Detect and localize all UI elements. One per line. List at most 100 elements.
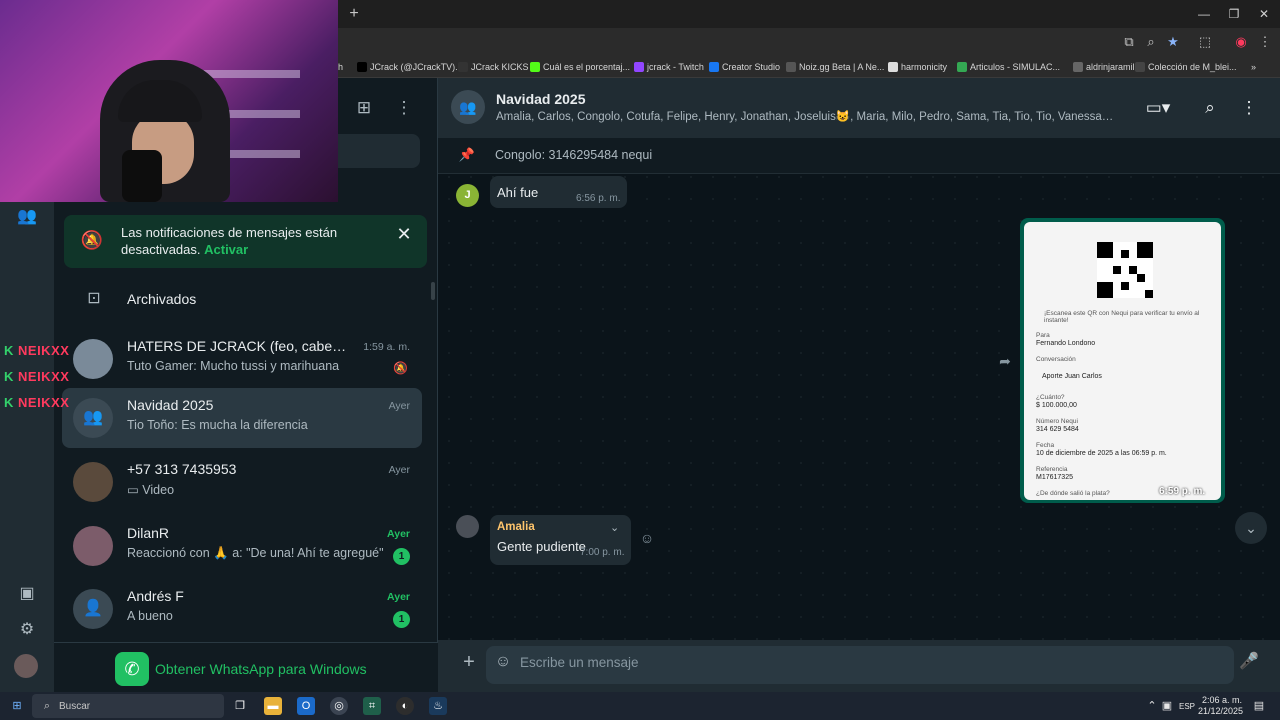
bookmark-favicon-icon — [634, 62, 644, 72]
new-tab-button[interactable]: + — [344, 4, 364, 24]
communities-icon[interactable]: 👥 — [14, 204, 40, 230]
bookmark-item[interactable]: h — [338, 59, 343, 75]
extensions-icon[interactable]: ⬚ — [1196, 33, 1214, 51]
video-call-icon[interactable]: ▭▾ — [1140, 96, 1176, 120]
windows-start-icon[interactable]: ⊞ — [8, 697, 26, 715]
sender-avatar[interactable]: J — [456, 184, 479, 207]
receipt-value: M17617325 — [1036, 474, 1073, 481]
bookmark-item[interactable]: jcrack - Twitch — [634, 59, 704, 75]
task-view-icon[interactable]: ❐ — [231, 697, 249, 715]
file-explorer-icon[interactable]: ▬ — [264, 697, 282, 715]
get-app-link[interactable]: Obtener WhatsApp para Windows — [155, 661, 367, 677]
message-time: 6:56 p. m. — [576, 193, 621, 204]
chat-time: Ayer — [388, 400, 410, 412]
search-icon[interactable]: ⌕ — [1198, 96, 1222, 120]
new-chat-icon[interactable]: ⊞ — [352, 96, 376, 120]
receipt-label: Referencia — [1036, 466, 1068, 473]
bookmark-item[interactable]: JCrack (@JCrackTV)... — [357, 59, 463, 75]
whatsapp-icon[interactable]: ✆ — [115, 652, 149, 686]
receipt-label: Número Nequi — [1036, 418, 1078, 425]
bookmark-label: Noiz.gg Beta | A Ne... — [799, 62, 885, 72]
bookmark-item[interactable]: Articulos - SIMULAC... — [957, 59, 1060, 75]
bookmark-label: JCrack (@JCrackTV)... — [370, 62, 463, 72]
chat-time: Ayer — [388, 464, 410, 476]
restore-icon[interactable]: ❐ — [1219, 3, 1249, 25]
bell-off-icon: 🔕 — [80, 230, 104, 250]
language-indicator[interactable]: ESP — [1179, 702, 1195, 711]
sidebar-scrollbar[interactable] — [431, 282, 435, 300]
sender-name[interactable]: Amalia — [497, 521, 535, 533]
zoom-icon[interactable]: ⌕ — [1142, 33, 1160, 51]
activate-link[interactable]: Activar — [204, 242, 248, 257]
message-input[interactable] — [520, 650, 1220, 674]
clock-date: 21/12/2025 — [1198, 706, 1244, 716]
sidebar-menu-icon[interactable]: ⋮ — [392, 96, 416, 120]
minimize-icon[interactable]: — — [1189, 3, 1219, 25]
bookmark-item[interactable]: Creator Studio — [709, 59, 780, 75]
chat-item[interactable]: DilanR Reaccionó con 🙏 a: "De una! Ahí t… — [62, 516, 422, 576]
chat-item[interactable]: +57 313 7435953 ▭ Video Ayer — [62, 452, 422, 512]
taskbar-clock[interactable]: 2:06 a. m. 21/12/2025 — [1198, 695, 1244, 717]
message-time: 7:00 p. m. — [580, 547, 625, 558]
conversation-title[interactable]: Navidad 2025 — [496, 91, 586, 107]
chat-preview: ▭ Video — [127, 482, 387, 497]
network-icon[interactable]: ▣ — [1158, 697, 1176, 715]
bookmark-favicon-icon — [709, 62, 719, 72]
chat-item[interactable]: 👥 Navidad 2025 Tio Toño: Es mucha la dif… — [62, 388, 422, 448]
bookmark-label: Articulos - SIMULAC... — [970, 62, 1061, 72]
scroll-down-icon[interactable]: ⌄ — [1235, 512, 1267, 544]
taskbar-search-label: Buscar — [59, 701, 91, 712]
sender-avatar[interactable] — [456, 515, 479, 538]
archived-label[interactable]: Archivados — [127, 291, 196, 307]
group-avatar[interactable]: 👥 — [451, 90, 485, 124]
steam-icon[interactable]: ♨ — [429, 697, 447, 715]
bookmark-item[interactable]: Colección de M_blei... — [1135, 59, 1237, 75]
microphone-icon[interactable]: 🎤 — [1238, 651, 1260, 673]
kick-icon: K — [4, 369, 14, 384]
close-icon[interactable]: ✕ — [394, 224, 414, 244]
profile-icon[interactable]: ◉ — [1232, 33, 1250, 51]
bookmark-favicon-icon — [1073, 62, 1083, 72]
chat-menu-icon[interactable]: ⋮ — [1238, 96, 1260, 120]
kick-icon: K — [4, 343, 14, 358]
sticker-emoji-icon[interactable]: ☺ — [492, 651, 514, 673]
bookmark-label: harmonicity — [901, 62, 948, 72]
notification-center-icon[interactable]: ▤ — [1250, 697, 1268, 715]
archive-icon[interactable]: ⊡ — [84, 289, 104, 309]
chevron-down-icon[interactable]: ⌄ — [610, 521, 619, 534]
pinned-sender: Congolo — [495, 148, 542, 162]
settings-gear-icon[interactable]: ⚙ — [14, 617, 40, 643]
install-app-icon[interactable]: ⧉ — [1120, 33, 1138, 51]
receipt-value: 10 de diciembre de 2025 a las 06:59 p. m… — [1036, 450, 1167, 457]
browser-menu-icon[interactable]: ⋮ — [1256, 33, 1274, 51]
app-icon[interactable]: ⌗ — [363, 697, 381, 715]
close-window-icon[interactable]: ✕ — [1249, 3, 1279, 25]
bookmark-star-icon[interactable]: ★ — [1164, 33, 1182, 51]
chat-preview: A bueno — [127, 609, 173, 623]
bookmark-item[interactable]: Cuál es el porcentaj... — [530, 59, 630, 75]
forward-icon[interactable]: ➦ — [996, 352, 1014, 370]
receipt-label: Para — [1036, 332, 1050, 339]
media-icon[interactable]: ▣ — [14, 581, 40, 607]
chrome-icon[interactable]: ◎ — [330, 697, 348, 715]
bookmarks-overflow-icon[interactable]: » — [1251, 59, 1256, 75]
bookmark-favicon-icon — [786, 62, 796, 72]
chat-item[interactable]: HATERS DE JCRACK (feo, cabeza de ... Tut… — [62, 329, 422, 389]
profile-avatar[interactable] — [14, 654, 38, 678]
chat-time: Ayer — [387, 528, 410, 540]
chat-avatar: 👤 — [73, 589, 113, 629]
attach-plus-icon[interactable]: + — [458, 651, 480, 673]
bookmark-favicon-icon — [1135, 62, 1145, 72]
bookmark-item[interactable]: JCrack KICKS — [458, 59, 529, 75]
app-icon[interactable]: ◐ — [396, 697, 414, 715]
bookmark-item[interactable]: aldrinjaramillo — [1073, 59, 1142, 75]
chat-avatar — [73, 526, 113, 566]
bookmark-item[interactable]: harmonicity — [888, 59, 947, 75]
muted-icon: 🔕 — [393, 361, 408, 375]
bookmark-item[interactable]: Noiz.gg Beta | A Ne... — [786, 59, 884, 75]
outlook-icon[interactable]: O — [297, 697, 315, 715]
emoji-react-icon[interactable]: ☺ — [638, 529, 656, 547]
chat-item[interactable]: 👤 Andrés F A bueno Ayer 1 — [62, 579, 422, 639]
unread-badge: 1 — [393, 548, 410, 565]
stream-microphone — [122, 150, 162, 202]
